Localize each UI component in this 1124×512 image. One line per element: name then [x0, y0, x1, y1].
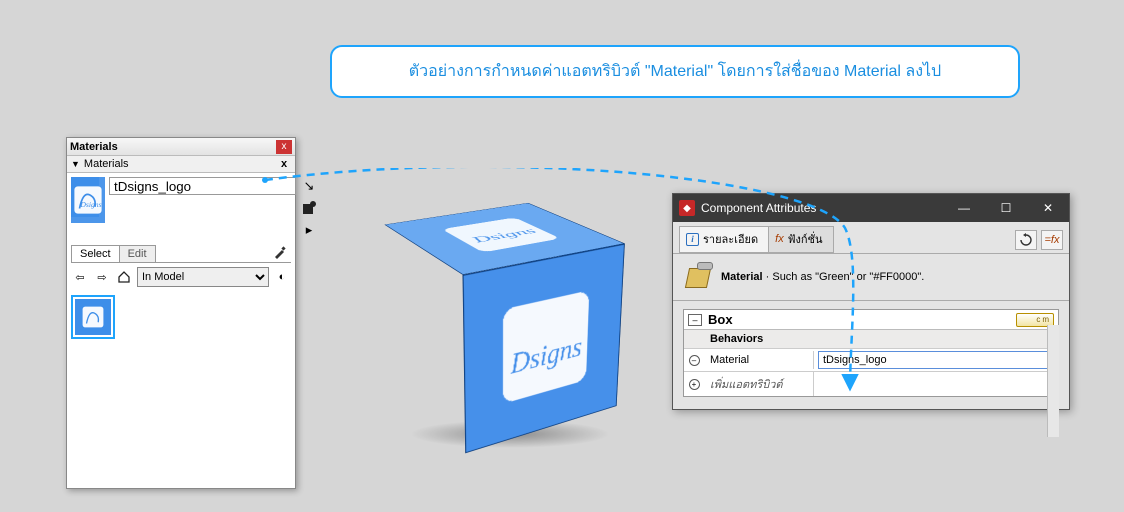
library-select[interactable]: In Model: [137, 267, 269, 287]
attr-window-title: Component Attributes: [701, 201, 943, 215]
materials-title-bar[interactable]: Materials x: [67, 138, 295, 156]
maximize-icon[interactable]: ☐: [985, 194, 1027, 222]
tab-select[interactable]: Select: [71, 245, 120, 262]
material-thumb[interactable]: [71, 295, 115, 339]
tab-functions-label: ฟังก์ชั่น: [788, 230, 823, 248]
app-icon: ◆: [679, 200, 695, 216]
send-to-model-icon[interactable]: ↘: [300, 177, 318, 195]
create-material-icon[interactable]: [300, 199, 318, 217]
attr-desc-hint: · Such as "Green" or "#FF0000".: [763, 271, 925, 283]
svg-text:Dsigns: Dsigns: [79, 200, 101, 209]
logo-icon: [80, 304, 106, 330]
attribute-row-material[interactable]: – Material: [684, 349, 1058, 372]
materials-panel: Materials x ▼ Materials x Dsigns ↘ ▸: [66, 137, 296, 489]
attr-label-material: Material: [704, 351, 814, 369]
section-behaviors: Behaviors: [684, 330, 1058, 349]
tab-functions[interactable]: fx ฟังก์ชั่น: [768, 226, 833, 253]
logo-icon: Dsigns: [71, 183, 105, 217]
thumbnail-list: [71, 291, 291, 343]
tab-details[interactable]: i รายละเอียด: [679, 226, 769, 253]
refresh-icon[interactable]: [1015, 230, 1037, 250]
more-icon[interactable]: ▸: [300, 221, 318, 239]
attr-label-add: เพิ่มแอตทริบิวต์: [704, 372, 814, 396]
section-close-icon[interactable]: x: [277, 158, 291, 170]
info-icon: i: [686, 233, 699, 246]
fx-icon: fx: [775, 233, 784, 245]
attr-desc-label: Material: [721, 271, 763, 283]
eyedropper-icon[interactable]: [269, 245, 291, 262]
attr-tabs: i รายละเอียด fx ฟังก์ชั่น =fx: [673, 222, 1069, 254]
scrollbar[interactable]: [1047, 325, 1059, 437]
attribute-row-add[interactable]: + เพิ่มแอตทริบิวต์: [684, 372, 1058, 396]
attributes-grid: – Box cm Behaviors – Material + เพิ่มแอต…: [683, 309, 1059, 397]
close-icon[interactable]: x: [276, 140, 292, 154]
materials-section-header[interactable]: ▼ Materials x: [67, 156, 295, 173]
collapse-icon[interactable]: ▼: [71, 159, 80, 169]
paint-bucket-icon: [683, 262, 713, 292]
nav-home-icon[interactable]: [115, 268, 133, 286]
instruction-callout: ตัวอย่างการกำหนดค่าแอตทริบิวต์ "Material…: [330, 45, 1020, 98]
component-name: Box: [708, 312, 1016, 327]
nav-back-icon[interactable]: ⇦: [71, 268, 89, 286]
material-preview-large[interactable]: Dsigns: [71, 177, 105, 223]
tab-edit[interactable]: Edit: [119, 245, 156, 262]
component-attributes-window: ◆ Component Attributes — ☐ ✕ i รายละเอีย…: [672, 193, 1070, 410]
attribute-description: Material · Such as "Green" or "#FF0000".: [673, 254, 1069, 301]
remove-attr-icon[interactable]: –: [689, 355, 700, 366]
section-label: Behaviors: [704, 330, 814, 348]
materials-section-text: Materials: [84, 158, 277, 170]
add-attr-icon[interactable]: +: [689, 379, 700, 390]
tab-details-label: รายละเอียด: [703, 230, 758, 248]
cube-face-front: Dsigns: [462, 244, 624, 454]
model-viewport-cube: Dsigns Dsigns Dsigns: [380, 195, 620, 455]
minimize-icon[interactable]: —: [943, 194, 985, 222]
material-name-input[interactable]: [109, 177, 296, 195]
attr-title-bar[interactable]: ◆ Component Attributes — ☐ ✕: [673, 194, 1069, 222]
details-view-icon[interactable]: ◐: [273, 268, 291, 286]
material-value-input[interactable]: [818, 351, 1054, 369]
close-icon[interactable]: ✕: [1027, 194, 1069, 222]
instruction-text: ตัวอย่างการกำหนดค่าแอตทริบิวต์ "Material…: [409, 63, 941, 80]
component-row[interactable]: – Box cm: [684, 310, 1058, 330]
nav-forward-icon[interactable]: ⇨: [93, 268, 111, 286]
materials-title-text: Materials: [70, 141, 276, 153]
toggle-formula-icon[interactable]: =fx: [1041, 230, 1063, 250]
expand-icon[interactable]: –: [688, 314, 702, 326]
